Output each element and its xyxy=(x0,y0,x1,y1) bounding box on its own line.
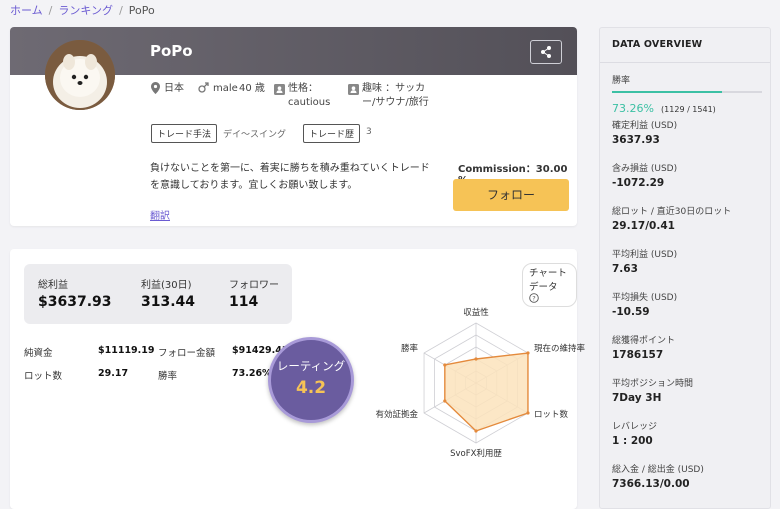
equity-label: 純資金 xyxy=(24,348,53,359)
country-value: 日本 xyxy=(164,83,184,94)
profile-description: 負けないことを第一に、着実に勝ちを積み重ねていくトレードを意識しております。宜し… xyxy=(150,163,430,191)
trade-history-tag: トレード歴 xyxy=(303,124,361,143)
sidebar-item-value: -10.59 xyxy=(612,306,650,318)
sidebar-item-label: 総獲得ポイント xyxy=(612,336,676,346)
chart-data-label: チャートデータ xyxy=(529,268,567,293)
trade-method-value: デイ〜スイング xyxy=(223,130,287,140)
personality-info: 性格： cautious xyxy=(274,82,334,110)
gender-value: male xyxy=(213,83,238,94)
lots-value: 29.17 xyxy=(98,368,129,379)
radar-series-area xyxy=(444,352,529,432)
stats-card: 総利益 $3637.93 利益(30日) 313.44 フォロワー 114 純資… xyxy=(10,249,585,509)
follow-button[interactable]: フォロー xyxy=(453,179,569,211)
radar-axis-label: 勝率 xyxy=(401,343,419,354)
breadcrumb: ホーム / ランキング / PoPo xyxy=(10,2,155,18)
profile-card-icon xyxy=(274,84,285,95)
sidebar-item-label: 平均損失 (USD) xyxy=(612,293,678,303)
winrate-bar xyxy=(612,91,762,93)
personality-value: cautious xyxy=(288,97,331,108)
radar-chart: 収益性現在の維持率ロット数 SvoFX利用歴 有効証拠金 勝率 xyxy=(376,307,586,459)
radar-point xyxy=(526,411,530,415)
breadcrumb-ranking-link[interactable]: ランキング xyxy=(58,4,113,17)
avatar xyxy=(45,40,115,110)
country-info: 日本 xyxy=(151,82,189,96)
winrate-row: 73.26% (1129 / 1541) xyxy=(612,97,716,116)
winrate-value: 73.26% xyxy=(232,368,272,379)
profit30-label: 利益(30日) xyxy=(141,280,192,291)
profile-card: PoPo 日本 male 40 歳 性格： cautious 趣味 ：サッカー/サ… xyxy=(10,27,577,226)
total-profit-label: 総利益 xyxy=(38,280,68,291)
radar-axis-label: 有効証拠金 xyxy=(376,409,419,420)
sidebar-item-value: 1 : 200 xyxy=(612,435,653,447)
breadcrumb-home-link[interactable]: ホーム xyxy=(10,4,43,17)
data-overview-panel: DATA OVERVIEW 勝率 73.26% (1129 / 1541) 確定… xyxy=(599,27,771,509)
sidebar-winrate-label: 勝率 xyxy=(612,76,631,86)
radar-point xyxy=(443,399,447,403)
breadcrumb-separator: / xyxy=(119,4,123,17)
rating-label: レーティング xyxy=(276,359,346,373)
personality-label: 性格： xyxy=(288,83,318,94)
sidebar-item-label: 確定利益 (USD) xyxy=(612,121,678,131)
gender-info: male xyxy=(197,82,238,96)
avatar-image xyxy=(45,40,115,110)
equity-value: $11119.19 xyxy=(98,345,155,356)
sidebar-item-label: 平均利益 (USD) xyxy=(612,250,678,260)
followers-label: フォロワー xyxy=(229,280,279,291)
divider xyxy=(600,62,770,63)
sidebar-item-label: レバレッジ xyxy=(612,422,658,432)
radar-axis-label: 現在の維持率 xyxy=(534,343,586,354)
data-overview-title: DATA OVERVIEW xyxy=(612,39,703,50)
radar-point xyxy=(474,357,478,361)
profile-name: PoPo xyxy=(150,42,193,60)
sidebar-item-label: 平均ポジション時間 xyxy=(612,379,694,389)
gender-icon xyxy=(198,82,209,93)
stats-summary-box: 総利益 $3637.93 利益(30日) 313.44 フォロワー 114 xyxy=(24,264,292,324)
sidebar-item-label: 総ロット / 直近30日のロット xyxy=(612,207,732,217)
sidebar-item-value: 29.17/0.41 xyxy=(612,220,675,232)
sidebar-winrate-value: 73.26% xyxy=(612,102,654,115)
trade-method-tag: トレード手法 xyxy=(151,124,218,143)
sidebar-item-value: 7366.13/0.00 xyxy=(612,478,690,490)
sidebar-item-value: 1786157 xyxy=(612,349,664,361)
breadcrumb-current: PoPo xyxy=(128,4,155,17)
translate-link[interactable]: 翻訳 xyxy=(150,207,170,222)
radar-point xyxy=(443,363,447,367)
profile-card-icon xyxy=(348,84,359,95)
followers-value: 114 xyxy=(229,294,259,310)
radar-point xyxy=(526,351,530,355)
radar-axis-label: 収益性 xyxy=(463,307,489,318)
radar-axis-label: SvoFX利用歴 xyxy=(450,448,502,459)
hobby-info: 趣味 ：サッカー/サウナ/旅行 xyxy=(348,82,430,110)
sidebar-item-value: 7Day 3H xyxy=(612,392,662,404)
age-value: 40 歳 xyxy=(239,83,265,94)
sidebar-item-value: 7.63 xyxy=(612,263,638,275)
share-button[interactable] xyxy=(530,40,562,64)
follower-amount-label: フォロー金額 xyxy=(158,348,216,359)
sidebar-item-label: 含み損益 (USD) xyxy=(612,164,678,174)
sidebar-item-value: -1072.29 xyxy=(612,177,665,189)
share-icon xyxy=(541,46,551,58)
sidebar-winrate-detail: (1129 / 1541) xyxy=(661,105,716,114)
sidebar-item-label: 総入金 / 総出金 (USD) xyxy=(612,465,704,475)
lots-label: ロット数 xyxy=(24,371,63,382)
rating-value: 4.2 xyxy=(295,378,327,398)
hobby-value: 趣味 ：サッカー/サウナ/旅行 xyxy=(362,83,429,108)
total-profit-value: $3637.93 xyxy=(38,294,112,310)
location-pin-icon xyxy=(151,82,160,94)
profit30-value: 313.44 xyxy=(141,294,196,310)
radar-point xyxy=(474,429,478,433)
winrate-label: 勝率 xyxy=(158,371,178,382)
radar-axis-label: ロット数 xyxy=(534,409,569,420)
rating-badge: レーティング 4.2 xyxy=(268,337,354,423)
breadcrumb-separator: / xyxy=(48,4,53,17)
winrate-bar-fill xyxy=(612,91,722,93)
trade-history-value: 3 xyxy=(366,127,372,137)
sidebar-item-value: 3637.93 xyxy=(612,134,660,146)
